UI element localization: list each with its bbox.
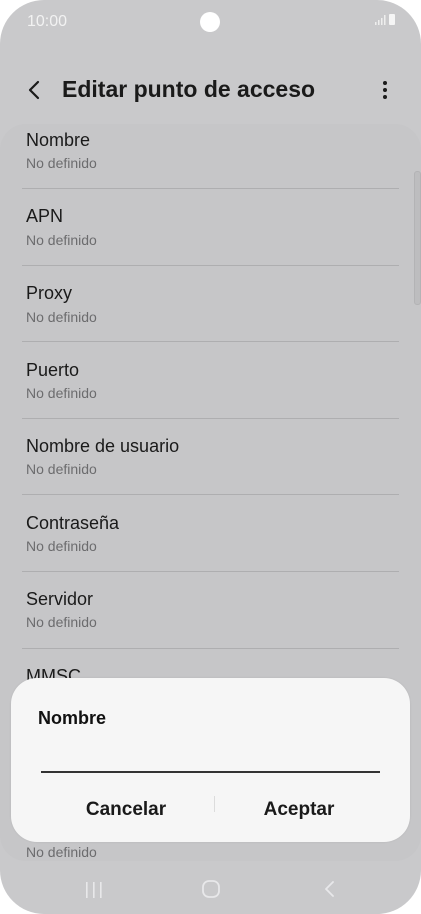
item-value: No definido xyxy=(26,461,97,477)
phone-screen: 10:00 Editar punto de acceso Nombre No d… xyxy=(0,0,421,914)
status-icons xyxy=(375,14,395,25)
status-bar: 10:00 xyxy=(0,0,421,44)
dialog-title: Nombre xyxy=(38,708,107,728)
divider xyxy=(22,494,399,495)
home-icon[interactable] xyxy=(201,879,221,899)
divider xyxy=(22,418,399,419)
back-chevron-icon[interactable] xyxy=(24,78,46,102)
item-value: No definido xyxy=(26,385,97,401)
item-label: Nombre xyxy=(26,130,91,150)
more-vert-icon[interactable] xyxy=(373,78,397,102)
divider xyxy=(22,341,399,342)
camera-cutout xyxy=(200,12,220,32)
navigation-bar xyxy=(0,866,421,914)
battery-icon xyxy=(389,14,395,25)
divider xyxy=(22,648,399,649)
scrollbar[interactable] xyxy=(414,171,421,305)
app-bar: Editar punto de acceso xyxy=(0,64,421,116)
divider xyxy=(22,265,399,266)
page-title: Editar punto de acceso xyxy=(62,76,316,102)
item-label: Proxy xyxy=(26,283,73,303)
item-label: Nombre de usuario xyxy=(26,436,180,456)
item-label: APN xyxy=(26,206,64,226)
cancel-button[interactable]: Cancelar xyxy=(41,792,211,828)
item-value: No definido xyxy=(26,844,97,860)
nav-back-icon[interactable] xyxy=(320,879,340,899)
item-label: Puerto xyxy=(26,360,80,380)
item-value: No definido xyxy=(26,232,97,248)
item-label: Servidor xyxy=(26,589,94,609)
item-value: No definido xyxy=(26,538,97,554)
status-time: 10:00 xyxy=(27,13,68,30)
item-value: No definido xyxy=(26,309,97,325)
item-value: No definido xyxy=(26,614,97,630)
recents-icon[interactable] xyxy=(83,880,105,900)
divider xyxy=(22,188,399,189)
name-input[interactable] xyxy=(31,748,369,778)
signal-icon xyxy=(375,15,386,25)
item-label: Contraseña xyxy=(26,513,120,533)
item-value: No definido xyxy=(26,155,97,171)
accept-button[interactable]: Aceptar xyxy=(214,792,384,828)
divider xyxy=(22,571,399,572)
